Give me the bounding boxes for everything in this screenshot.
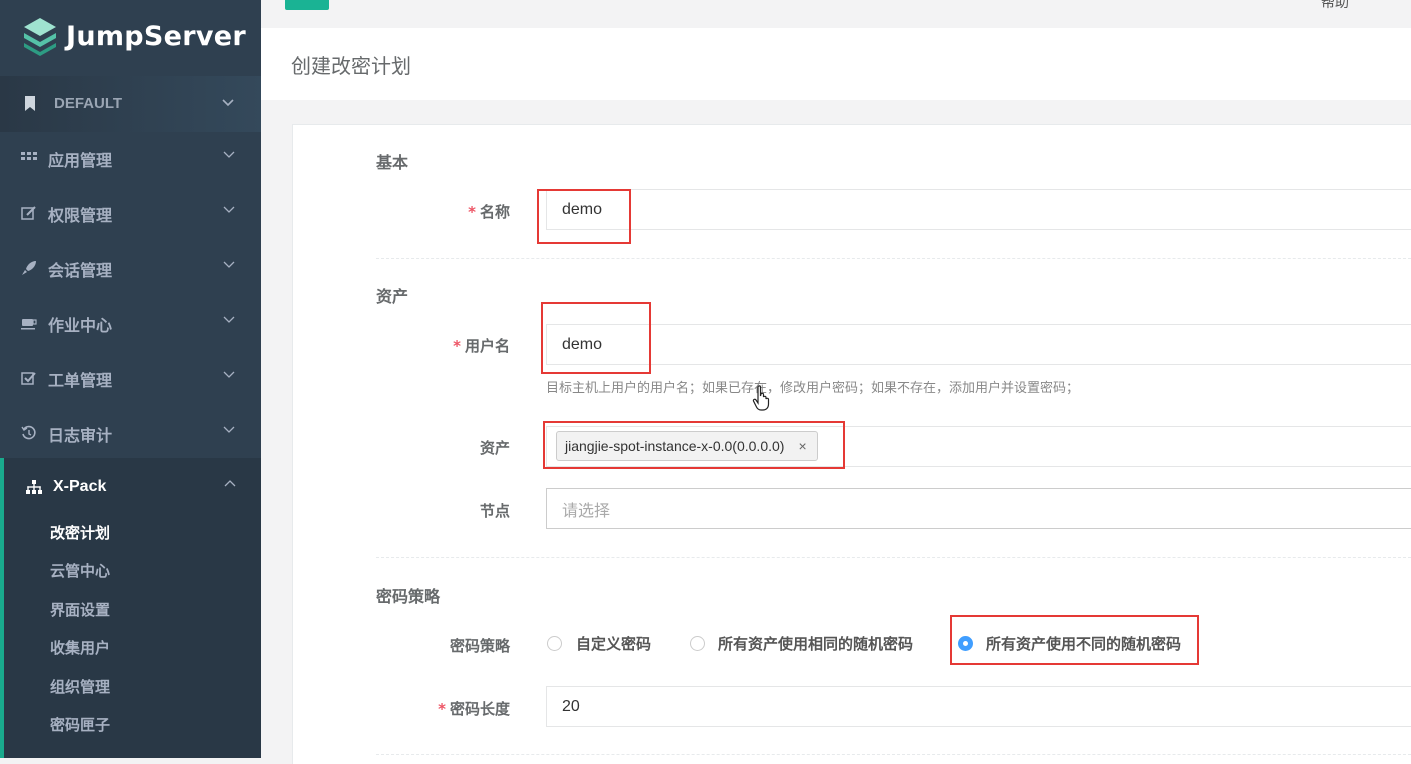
app-name: JumpServer xyxy=(66,20,247,52)
sidebar: JumpServer DEFAULT 应用管理 权限管理 会话管理 作业中心 工… xyxy=(0,0,261,758)
check-square-icon xyxy=(21,372,36,385)
sidebar-subitem-interface-settings[interactable]: 界面设置 xyxy=(50,599,110,620)
radio-custom-password[interactable] xyxy=(547,636,562,651)
section-title-basic: 基本 xyxy=(376,153,409,172)
sidebar-toggle-button[interactable] xyxy=(285,0,329,10)
org-switcher[interactable]: DEFAULT xyxy=(0,76,261,132)
section-title-assets: 资产 xyxy=(376,287,409,306)
logo[interactable]: JumpServer xyxy=(22,14,246,58)
help-link[interactable]: 帮助 xyxy=(1321,0,1349,12)
hand-cursor-icon xyxy=(752,385,770,411)
strategy-label: 密码策略 xyxy=(449,637,510,655)
radio-label-same-random-password[interactable]: 所有资产使用相同的随机密码 xyxy=(718,633,913,654)
password-length-input[interactable]: 20 xyxy=(546,686,1411,727)
sidebar-item-label: 权限管理 xyxy=(48,206,113,225)
name-input[interactable]: demo xyxy=(546,189,1411,230)
username-help-text: 目标主机上用户的用户名；如果已存在，修改用户密码；如果不存在，添加用户并设置密码… xyxy=(546,381,1080,396)
password-length-label-text: 密码长度 xyxy=(449,700,510,718)
topbar: 帮助 xyxy=(261,0,1411,28)
chevron-up-icon xyxy=(224,480,236,487)
required-mark: * xyxy=(468,203,476,221)
username-label: * 用户名 xyxy=(430,335,510,356)
nodes-label: 节点 xyxy=(479,502,510,520)
name-label: * 名称 xyxy=(440,201,510,222)
sidebar-subitem-gather-users[interactable]: 收集用户 xyxy=(50,637,110,658)
chevron-down-icon xyxy=(223,151,235,158)
sidebar-item-label: 工单管理 xyxy=(48,371,113,390)
page-title: 创建改密计划 xyxy=(291,54,411,78)
required-mark: * xyxy=(453,337,461,355)
sidebar-item-label: 会话管理 xyxy=(48,261,113,280)
divider xyxy=(376,557,1411,558)
edit-icon xyxy=(21,206,36,220)
rocket-icon xyxy=(22,261,36,275)
highlight-box xyxy=(537,189,631,244)
name-label-text: 名称 xyxy=(479,203,510,221)
page-header: 创建改密计划 xyxy=(261,28,1411,100)
required-mark: * xyxy=(438,700,446,718)
highlight-box xyxy=(541,302,651,374)
chevron-down-icon xyxy=(222,99,234,107)
chevron-down-icon xyxy=(223,426,235,433)
assets-label: 资产 xyxy=(479,439,510,457)
password-length-label: * 密码长度 xyxy=(420,698,510,719)
grid-icon xyxy=(21,152,37,160)
coffee-icon xyxy=(21,319,37,330)
sidebar-item-label: X-Pack xyxy=(53,478,107,495)
jumpserver-logo-icon xyxy=(24,18,56,56)
nodes-select[interactable]: 请选择 xyxy=(546,488,1411,529)
username-label-text: 用户名 xyxy=(464,337,510,355)
sidebar-item-applications[interactable]: 应用管理 xyxy=(0,130,261,185)
chevron-down-icon xyxy=(223,316,235,323)
highlight-box xyxy=(950,615,1199,665)
bookmark-icon xyxy=(25,96,35,111)
sidebar-item-permissions[interactable]: 权限管理 xyxy=(0,185,261,240)
sidebar-subitem-org-management[interactable]: 组织管理 xyxy=(50,676,110,697)
history-icon xyxy=(21,425,36,440)
highlight-box xyxy=(543,421,845,469)
sidebar-item-label: 日志审计 xyxy=(48,426,113,445)
sidebar-item-label: 应用管理 xyxy=(48,151,113,170)
divider xyxy=(376,754,1411,755)
divider xyxy=(376,258,1411,259)
section-title-password-policy: 密码策略 xyxy=(376,587,441,606)
chevron-down-icon xyxy=(223,261,235,268)
sidebar-subitem-password-vault[interactable]: 密码匣子 xyxy=(50,714,110,735)
sidebar-subitem-change-password-plan[interactable]: 改密计划 xyxy=(50,522,110,543)
chevron-down-icon xyxy=(223,371,235,378)
radio-label-custom-password[interactable]: 自定义密码 xyxy=(576,633,651,654)
sidebar-item-jobs[interactable]: 作业中心 xyxy=(0,295,261,350)
sitemap-icon xyxy=(26,480,42,494)
sidebar-subitem-cloud-center[interactable]: 云管中心 xyxy=(50,560,110,581)
org-label: DEFAULT xyxy=(54,95,123,112)
chevron-down-icon xyxy=(223,206,235,213)
sidebar-item-xpack[interactable]: X-Pack xyxy=(4,458,261,516)
username-input[interactable]: demo xyxy=(546,324,1411,365)
sidebar-item-label: 作业中心 xyxy=(48,316,113,335)
sidebar-item-tickets[interactable]: 工单管理 xyxy=(0,350,261,405)
radio-same-random-password[interactable] xyxy=(690,636,705,651)
sidebar-group-xpack: X-Pack 改密计划 云管中心 界面设置 收集用户 组织管理 密码匣子 xyxy=(0,458,261,758)
sidebar-item-audits[interactable]: 日志审计 xyxy=(0,405,261,460)
sidebar-item-sessions[interactable]: 会话管理 xyxy=(0,240,261,295)
